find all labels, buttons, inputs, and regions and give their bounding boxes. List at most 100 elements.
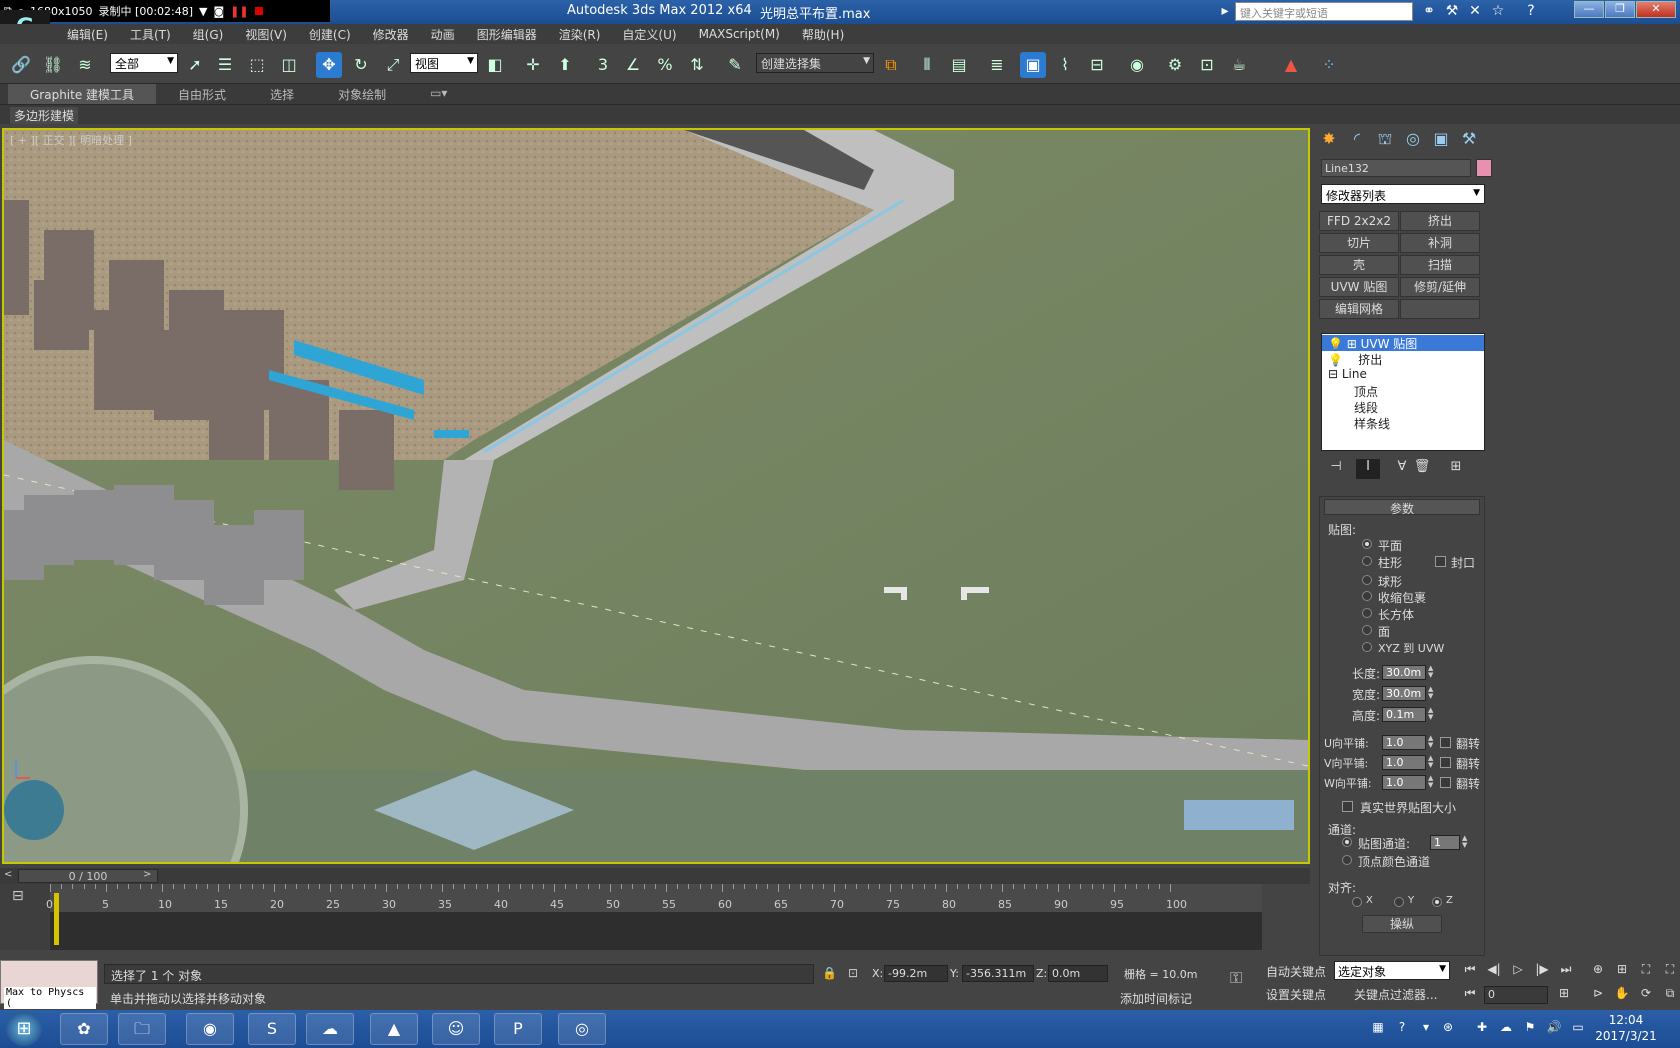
radio-xyz-to-uvw[interactable]: [1362, 642, 1372, 652]
current-frame-marker[interactable]: [54, 893, 59, 945]
radio-align-x[interactable]: [1352, 897, 1362, 907]
radio-align-y[interactable]: [1394, 897, 1404, 907]
radio-face[interactable]: [1362, 625, 1372, 635]
tray-volume-icon[interactable]: 🔊: [1546, 1020, 1562, 1036]
tray-network-icon[interactable]: ▦: [1370, 1020, 1386, 1036]
sweep-button[interactable]: 扫描: [1400, 255, 1480, 275]
schematic-view-icon[interactable]: ⊟: [1084, 52, 1110, 78]
stack-item-uvw[interactable]: 💡 ⊞ UVW 贴图: [1322, 335, 1484, 351]
tray-display-icon[interactable]: ▭: [1570, 1020, 1586, 1036]
maxscript-listener-mini[interactable]: Max to Physcs (: [0, 960, 98, 1009]
bind-spacewarp-icon[interactable]: ≋: [72, 52, 98, 78]
select-by-name-icon[interactable]: ☰: [212, 52, 238, 78]
display-tab-icon[interactable]: ▣: [1428, 129, 1454, 153]
taskbar-360-icon[interactable]: ✿: [60, 1013, 108, 1045]
taskbar-autocad-icon[interactable]: ▲: [370, 1013, 418, 1045]
taskbar-explorer-icon[interactable]: 🗀: [118, 1013, 166, 1045]
rollout-title[interactable]: 参数: [1324, 499, 1480, 516]
layer-manager-icon[interactable]: ≣: [984, 52, 1010, 78]
select-move-icon[interactable]: ✥: [316, 52, 342, 78]
zoom-icon[interactable]: ⊕: [1588, 962, 1608, 980]
spinner-snap-icon[interactable]: ⇅: [684, 52, 710, 78]
ref-coord-dropdown[interactable]: 视图: [410, 53, 478, 73]
keyboard-shortcut-icon[interactable]: ⬆: [552, 52, 578, 78]
particle-icon[interactable]: ⁘: [1316, 52, 1342, 78]
menu-rendering[interactable]: 渲染(R): [548, 26, 612, 43]
tab-object-paint[interactable]: 对象绘制: [316, 84, 408, 104]
taskbar-clock[interactable]: 12:04 2017/3/21: [1590, 1012, 1662, 1044]
stop-icon[interactable]: [254, 7, 263, 15]
curve-editor-mini-icon[interactable]: ⊟: [12, 888, 24, 904]
window-crossing-icon[interactable]: ◫: [276, 52, 302, 78]
taskbar-recorder-icon[interactable]: ◎: [558, 1013, 606, 1045]
menu-create[interactable]: 创建(C): [298, 26, 362, 43]
menu-maxscript[interactable]: MAXScript(M): [688, 27, 791, 41]
pan-icon[interactable]: ✋: [1612, 986, 1632, 1004]
height-spinner-arrows[interactable]: ▲ ▼: [1428, 707, 1436, 722]
select-scale-icon[interactable]: ⤢: [380, 52, 406, 78]
go-to-end-icon[interactable]: ⏭: [1556, 962, 1576, 980]
tray-sync-icon[interactable]: ⊛: [1440, 1020, 1456, 1036]
object-name-field[interactable]: Line132: [1321, 159, 1471, 177]
zoom-extents-all-icon[interactable]: ⛶: [1660, 962, 1680, 980]
motion-tab-icon[interactable]: ◎: [1400, 129, 1426, 153]
stack-item-segment[interactable]: 线段: [1322, 399, 1484, 415]
stack-item-extrude[interactable]: 💡 挤出: [1322, 351, 1484, 367]
play-icon[interactable]: ▸: [1216, 3, 1234, 21]
maximize-viewport-icon[interactable]: ⧉: [1660, 986, 1680, 1004]
selection-filter-dropdown[interactable]: 全部: [110, 53, 178, 73]
remove-modifier-icon[interactable]: 🗑: [1410, 459, 1434, 479]
stack-item-line[interactable]: ⊟ Line: [1322, 367, 1484, 383]
show-end-result-icon[interactable]: Ⅰ: [1356, 459, 1380, 479]
manipulate-icon[interactable]: ✛: [520, 52, 546, 78]
prev-frame-icon[interactable]: ◀|: [1484, 962, 1504, 980]
render-teapot-icon[interactable]: ☕: [1226, 52, 1252, 78]
menu-tools[interactable]: 工具(T): [119, 26, 182, 43]
map-channel-spinner[interactable]: 1: [1430, 835, 1460, 850]
key-mode-icon[interactable]: ⏮: [1460, 986, 1480, 1004]
wflip-checkbox[interactable]: [1440, 777, 1451, 788]
taskbar-sogou-icon[interactable]: S: [248, 1013, 296, 1045]
utilities-tab-icon[interactable]: ⚒: [1456, 129, 1482, 153]
link-icon[interactable]: 🔗: [8, 52, 34, 78]
menu-graph-editors[interactable]: 图形编辑器: [466, 26, 548, 43]
realworld-checkbox[interactable]: [1342, 801, 1353, 812]
tab-freeform[interactable]: 自由形式: [156, 84, 248, 104]
snaps-toggle-icon[interactable]: 3: [590, 52, 616, 78]
hierarchy-tab-icon[interactable]: ⛫: [1372, 129, 1398, 153]
edit-mesh-button[interactable]: 编辑网格: [1319, 299, 1399, 319]
ribbon-options-icon[interactable]: ▭▾: [408, 84, 469, 104]
z-coord-field[interactable]: 0.0m: [1048, 965, 1108, 982]
uvw-map-button[interactable]: UVW 贴图: [1319, 277, 1399, 297]
frame-ruler[interactable]: 0 5 10 15 20 25 30 35 40 45 50 55 60 65 70 75 80 85 90 95 10…: [46, 884, 1262, 912]
taskbar-photo-icon[interactable]: ☺: [432, 1013, 480, 1045]
trim-extend-button[interactable]: 修剪/延伸: [1400, 277, 1480, 297]
tab-graphite[interactable]: Graphite 建模工具: [8, 84, 157, 104]
taskbar-weather-icon[interactable]: ☁: [306, 1013, 354, 1045]
radio-box[interactable]: [1362, 608, 1372, 618]
track-bar[interactable]: ⊟ 0 5 10 15 20 25 30 35 40 45 50 55 60 65 70 75 80 85 90 95…: [0, 884, 1262, 950]
curve-editor-icon[interactable]: ⌇: [1052, 52, 1078, 78]
create-tab-icon[interactable]: ✸: [1316, 129, 1342, 153]
extra-tool-icon[interactable]: ▲: [1278, 52, 1304, 78]
width-spinner-arrows[interactable]: ▲ ▼: [1428, 686, 1436, 701]
unlink-icon[interactable]: ⛓: [40, 52, 66, 78]
radio-align-z[interactable]: [1432, 897, 1442, 907]
length-spinner[interactable]: 30.0m: [1382, 665, 1426, 680]
radio-planar[interactable]: [1362, 539, 1372, 549]
select-object-icon[interactable]: ➚: [182, 52, 208, 78]
modifier-list-dropdown[interactable]: 修改器列表: [1321, 184, 1485, 204]
time-slider-position[interactable]: 0 / 100: [18, 869, 158, 883]
ffd-button[interactable]: FFD 2x2x2: [1319, 211, 1399, 231]
vtile-spinner-arrows[interactable]: ▲ ▼: [1428, 755, 1436, 770]
y-coord-field[interactable]: -356.311m: [962, 965, 1034, 982]
help-icon[interactable]: ?: [1522, 3, 1540, 21]
viewport[interactable]: [ + ][ 正交 ][ 明暗处理 ]: [2, 128, 1310, 864]
menu-modifiers[interactable]: 修改器: [362, 26, 420, 43]
star-icon[interactable]: ☆: [1489, 3, 1507, 21]
slice-button[interactable]: 切片: [1319, 233, 1399, 253]
auto-key-button[interactable]: 自动关键点: [1266, 963, 1326, 980]
add-time-tag[interactable]: 添加时间标记: [1120, 990, 1220, 1008]
lock-icon[interactable]: 🔒: [822, 966, 837, 980]
viewport-label[interactable]: [ + ][ 正交 ][ 明暗处理 ]: [10, 132, 132, 148]
